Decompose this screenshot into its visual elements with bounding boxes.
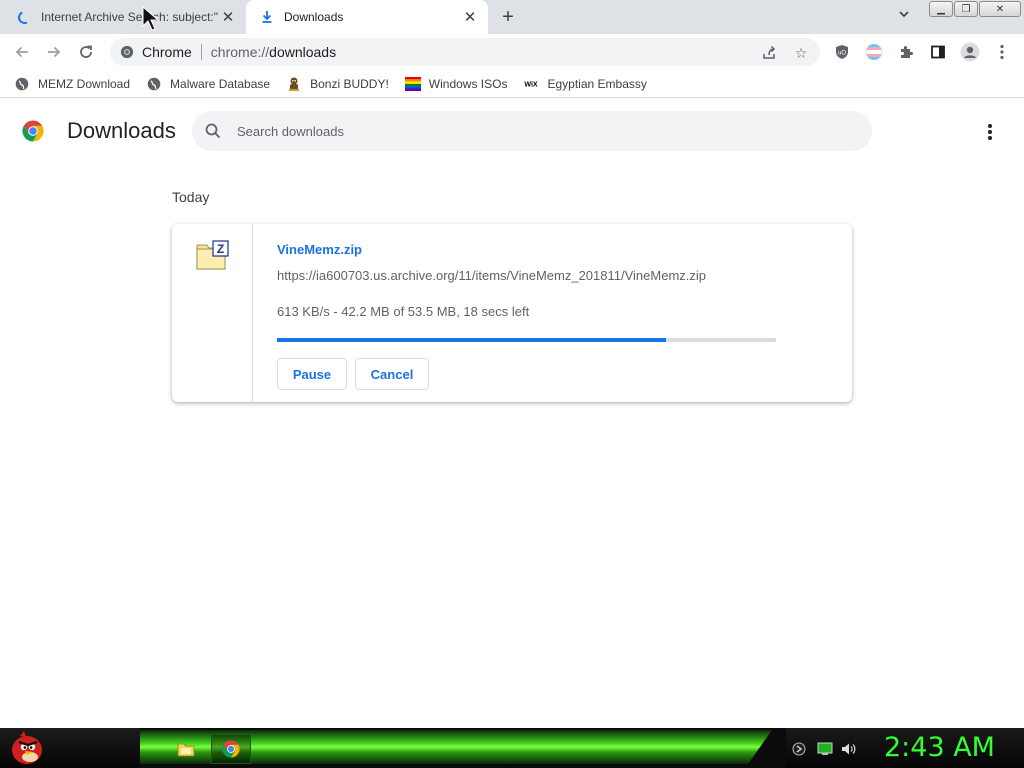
bookmarks-bar: MEMZ Download Malware Database Bonzi BUD…	[0, 70, 1024, 98]
download-progress-fill	[277, 338, 667, 342]
tab-search-chevron-icon[interactable]	[894, 8, 914, 26]
taskbar: 2:43 AM	[0, 728, 1024, 768]
browser-menu-icon[interactable]	[992, 42, 1012, 62]
back-arrow-icon	[15, 46, 28, 58]
file-name-link[interactable]: VineMemz.zip	[277, 242, 362, 257]
share-icon[interactable]	[760, 44, 778, 62]
taskbar-chrome[interactable]	[211, 734, 251, 764]
wix-icon: WiX	[523, 76, 539, 92]
back-button[interactable]	[10, 40, 34, 64]
reload-button[interactable]	[74, 40, 98, 64]
new-tab-button[interactable]: +	[496, 6, 520, 28]
page-title: Downloads	[67, 118, 176, 143]
minimize-button[interactable]: ▁	[929, 1, 953, 17]
svg-text:Z: Z	[217, 242, 224, 256]
globe-icon	[14, 76, 30, 92]
download-icon	[262, 11, 272, 23]
extensions-puzzle-icon[interactable]	[896, 42, 916, 62]
file-icon-column: Z	[172, 224, 253, 402]
bookmark-label: Egyptian Embassy	[547, 76, 647, 91]
forward-arrow-icon	[48, 46, 61, 58]
pause-button[interactable]: Pause	[277, 358, 347, 390]
bonzi-icon	[286, 76, 302, 92]
bookmark-label: MEMZ Download	[38, 76, 131, 91]
close-window-button[interactable]: ✕	[979, 1, 1021, 17]
bookmark-bonzi-buddy[interactable]: Bonzi BUDDY!	[286, 76, 389, 92]
forward-button[interactable]	[42, 40, 66, 64]
svg-text:uO: uO	[838, 51, 846, 57]
more-actions-icon[interactable]	[982, 122, 998, 142]
folder-icon	[177, 743, 195, 757]
close-tab-icon[interactable]: ✕	[220, 9, 236, 26]
profile-avatar-icon[interactable]	[960, 42, 980, 62]
url-scheme: chrome://	[210, 44, 270, 60]
browser-toolbar: Chrome chrome://downloads ☆ uO	[0, 34, 1024, 70]
omnibox-divider	[200, 44, 202, 60]
download-progress-bar	[277, 338, 776, 342]
bookmark-label: Bonzi BUDDY!	[310, 76, 389, 91]
chrome-icon	[120, 45, 134, 59]
address-bar[interactable]: Chrome chrome://downloads ☆	[110, 38, 820, 66]
bookmark-star-icon[interactable]: ☆	[792, 44, 810, 62]
date-heading: Today	[172, 189, 210, 205]
ublock-origin-icon[interactable]: uO	[832, 42, 852, 62]
bookmark-windows-isos[interactable]: Windows ISOs	[404, 76, 508, 92]
volume-icon[interactable]	[841, 741, 857, 757]
zip-file-icon: Z	[196, 240, 229, 270]
url-path: downloads	[269, 44, 337, 60]
svg-text:WiX: WiX	[525, 80, 539, 88]
tray-app-icon[interactable]	[791, 741, 807, 757]
downloads-header: Downloads Search downloads	[0, 104, 1024, 160]
bookmark-memz-download[interactable]: MEMZ Download	[14, 76, 130, 92]
tab-strip: Internet Archive Search: subject:" ✕ Dow…	[0, 0, 1024, 34]
bookmark-malware-database[interactable]: Malware Database	[146, 76, 270, 92]
download-item-card: Z VineMemz.zip https://ia600703.us.archi…	[172, 224, 852, 402]
restore-button[interactable]: ❐	[954, 1, 978, 17]
chrome-icon	[222, 740, 240, 758]
bookmark-label: Windows ISOs	[428, 76, 508, 91]
tab-internet-archive[interactable]: Internet Archive Search: subject:" ✕	[0, 0, 246, 34]
tab-title: Internet Archive Search: subject:"	[41, 10, 219, 24]
bookmark-egyptian-embassy[interactable]: WiX Egyptian Embassy	[523, 76, 647, 92]
taskbar-file-explorer[interactable]	[166, 734, 206, 764]
cancel-button[interactable]: Cancel	[355, 358, 429, 390]
side-panel-icon[interactable]	[928, 42, 948, 62]
angry-bird-start-button-icon[interactable]	[8, 730, 46, 766]
site-label: Chrome	[142, 44, 192, 60]
window-controls: ▁ ❐ ✕	[928, 1, 1021, 17]
network-monitor-icon[interactable]	[817, 741, 833, 757]
rainbow-flag-icon	[404, 76, 421, 92]
mouse-cursor-icon	[142, 6, 160, 31]
chrome-logo-icon	[22, 120, 44, 142]
tab-downloads[interactable]: Downloads ✕	[246, 0, 488, 34]
reload-icon	[80, 45, 92, 58]
bookmark-label: Malware Database	[170, 76, 271, 91]
taskbar-clock[interactable]: 2:43 AM	[884, 732, 995, 763]
close-tab-icon[interactable]: ✕	[462, 9, 478, 26]
globe-icon	[146, 76, 162, 92]
download-status-text: 613 KB/s - 42.2 MB of 53.5 MB, 18 secs l…	[277, 304, 530, 319]
search-downloads-input[interactable]: Search downloads	[192, 111, 872, 151]
file-source-url: https://ia600703.us.archive.org/11/items…	[277, 268, 706, 283]
search-placeholder: Search downloads	[237, 123, 344, 139]
search-icon	[205, 123, 221, 139]
trans-flag-extension-icon[interactable]	[864, 42, 884, 62]
loading-spinner-icon	[16, 8, 33, 26]
tab-title: Downloads	[284, 10, 344, 24]
